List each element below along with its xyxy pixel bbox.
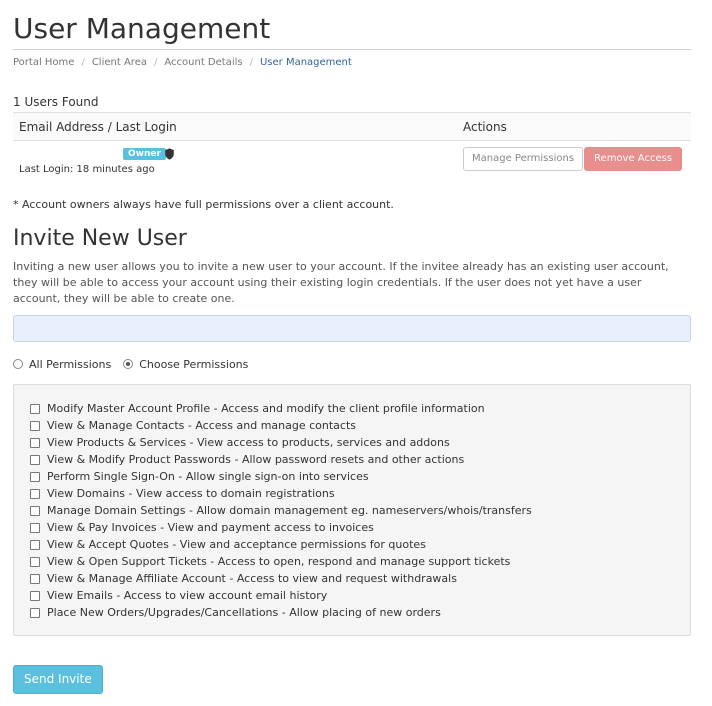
permission-checkbox[interactable] xyxy=(30,471,40,482)
user-email-line: Owner xyxy=(19,147,451,161)
column-header-actions: Actions xyxy=(457,112,691,141)
choose-permissions-radio[interactable] xyxy=(123,359,134,369)
permission-checkbox[interactable] xyxy=(30,556,40,567)
all-permissions-radio[interactable] xyxy=(13,359,23,369)
permission-item: View & Modify Product Passwords - Allow … xyxy=(30,451,674,468)
permission-checkbox[interactable] xyxy=(30,505,40,516)
breadcrumb-separator: / xyxy=(81,57,85,68)
owner-badge: Owner xyxy=(123,148,166,160)
permission-label: View Emails - Access to view account ema… xyxy=(47,589,328,602)
owner-note: * Account owners always have full permis… xyxy=(13,198,394,211)
permission-item: View Domains - View access to domain reg… xyxy=(30,485,674,502)
page-title: User Management xyxy=(13,0,691,50)
permission-checkbox[interactable] xyxy=(30,573,40,584)
all-permissions-option[interactable]: All Permissions xyxy=(13,358,111,371)
permission-checkbox[interactable] xyxy=(30,420,40,431)
permission-label: View Domains - View access to domain reg… xyxy=(47,487,335,500)
permission-item: Manage Domain Settings - Allow domain ma… xyxy=(30,502,674,519)
remove-access-button[interactable]: Remove Access xyxy=(584,147,683,171)
permission-checkbox[interactable] xyxy=(30,607,40,618)
last-login: Last Login: 18 minutes ago xyxy=(19,164,155,175)
breadcrumb-account-details[interactable]: Account Details xyxy=(164,57,242,68)
permission-checkbox[interactable] xyxy=(30,539,40,550)
permission-item: Modify Master Account Profile - Access a… xyxy=(30,400,674,417)
permission-item: Perform Single Sign-On - Allow single si… xyxy=(30,468,674,485)
page: User Management Portal Home / Client Area /… xyxy=(0,0,712,706)
permission-checkbox[interactable] xyxy=(30,403,40,414)
permission-label: View & Accept Quotes - View and acceptan… xyxy=(47,538,426,551)
user-cell: Owner Last Login: 18 minutes ago xyxy=(13,141,457,182)
permission-label: Manage Domain Settings - Allow domain ma… xyxy=(47,504,532,517)
actions-cell: Manage Permissions Remove Access xyxy=(457,141,691,182)
users-count: 1 Users Found xyxy=(13,95,99,109)
choose-permissions-option[interactable]: Choose Permissions xyxy=(123,358,248,371)
breadcrumb-portal-home[interactable]: Portal Home xyxy=(13,57,74,68)
permission-label: View & Pay Invoices - View and payment a… xyxy=(47,521,374,534)
breadcrumb-client-area[interactable]: Client Area xyxy=(92,57,147,68)
permission-item: View & Open Support Tickets - Access to … xyxy=(30,553,674,570)
breadcrumb-separator: / xyxy=(249,57,253,68)
permission-item: Place New Orders/Upgrades/Cancellations … xyxy=(30,604,674,621)
shield-icon xyxy=(165,148,174,160)
permission-item: View & Pay Invoices - View and payment a… xyxy=(30,519,674,536)
permission-item: View & Manage Affiliate Account - Access… xyxy=(30,570,674,587)
choose-permissions-label: Choose Permissions xyxy=(139,357,249,371)
all-permissions-label: All Permissions xyxy=(29,357,112,371)
permissions-list: Modify Master Account Profile - Access a… xyxy=(13,384,691,636)
permission-item: View Emails - Access to view account ema… xyxy=(30,587,674,604)
users-table: Email Address / Last Login Actions Owner… xyxy=(13,112,691,181)
permission-item: View & Manage Contacts - Access and mana… xyxy=(30,417,674,434)
permission-checkbox[interactable] xyxy=(30,454,40,465)
breadcrumb: Portal Home / Client Area / Account Details /… xyxy=(13,57,691,71)
table-header-row: Email Address / Last Login Actions xyxy=(13,112,691,141)
send-invite-button[interactable]: Send Invite xyxy=(13,665,103,694)
invite-email-input[interactable] xyxy=(13,315,691,342)
invite-title: Invite New User xyxy=(13,226,187,251)
breadcrumb-separator: / xyxy=(153,57,158,68)
permission-label: View & Manage Contacts - Access and mana… xyxy=(47,419,357,432)
permission-label: View & Manage Affiliate Account - Access… xyxy=(47,572,457,585)
permission-checkbox[interactable] xyxy=(30,488,40,499)
permission-item: View Products & Services - View access t… xyxy=(30,434,674,451)
permission-label: Place New Orders/Upgrades/Cancellations … xyxy=(47,606,441,619)
permission-label: Modify Master Account Profile - Access a… xyxy=(47,402,485,415)
permission-checkbox[interactable] xyxy=(30,437,40,448)
permission-checkbox[interactable] xyxy=(30,590,40,601)
permission-label: View & Open Support Tickets - Access to … xyxy=(47,555,511,568)
table-row: Owner Last Login: 18 minutes ago Manage … xyxy=(13,141,691,182)
breadcrumb-current: User Management xyxy=(259,57,352,68)
permission-mode: All Permissions Choose Permissions xyxy=(13,356,691,372)
permission-label: View Products & Services - View access t… xyxy=(47,436,450,449)
column-header-email: Email Address / Last Login xyxy=(13,112,457,141)
permission-label: Perform Single Sign-On - Allow single si… xyxy=(47,470,369,483)
permission-item: View & Accept Quotes - View and acceptan… xyxy=(30,536,674,553)
permission-checkbox[interactable] xyxy=(30,522,40,533)
permission-label: View & Modify Product Passwords - Allow … xyxy=(47,453,465,466)
manage-permissions-button[interactable]: Manage Permissions xyxy=(463,147,584,171)
invite-description: Inviting a new user allows you to invite… xyxy=(13,260,669,305)
